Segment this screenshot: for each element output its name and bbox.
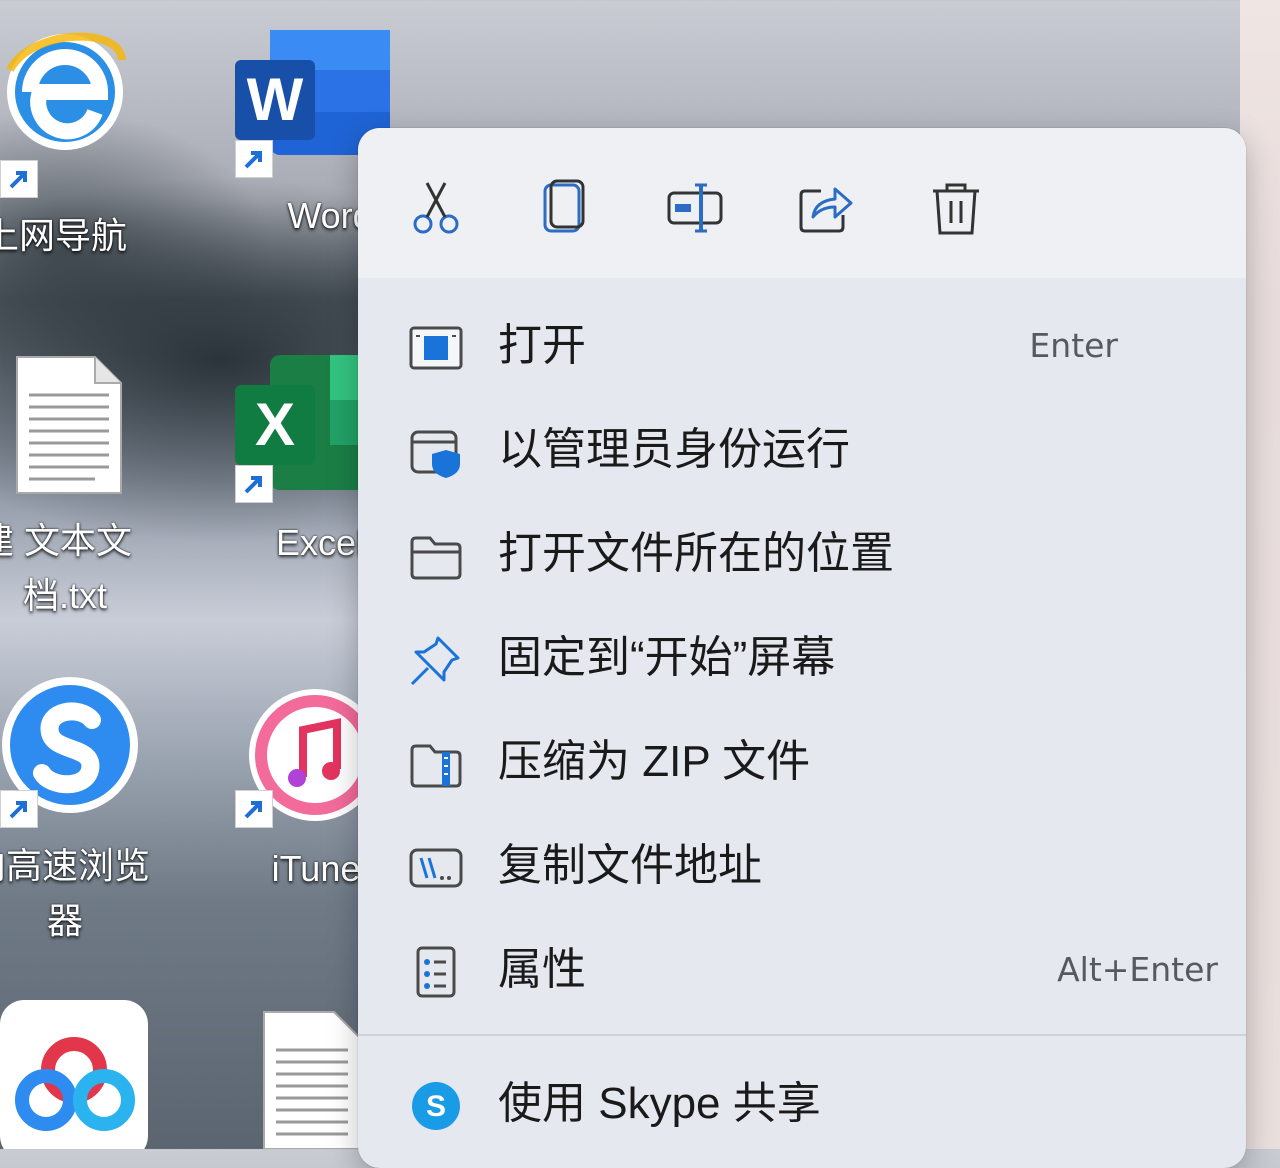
svg-text:W: W	[247, 66, 304, 133]
svg-text:X: X	[255, 391, 295, 458]
desktop-icon-label: 向高速浏览	[0, 845, 150, 886]
menu-item-label: 压缩为 ZIP 文件	[498, 737, 811, 786]
share-icon	[799, 187, 853, 233]
cut-button[interactable]	[396, 168, 476, 248]
document-icon	[263, 1011, 361, 1149]
shortcut-arrow-icon	[235, 790, 273, 828]
menu-item-label: 以管理员身份运行	[498, 425, 850, 474]
desktop-icon-baidu-netdisk[interactable]	[0, 1000, 190, 1149]
menu-item-run-as-admin[interactable]: 以管理员身份运行	[388, 404, 1218, 496]
trash-icon	[933, 183, 979, 235]
shortcut-arrow-icon	[235, 140, 273, 178]
baidu-netdisk-icon	[0, 1000, 148, 1149]
ie-browser-icon	[6, 32, 126, 150]
menu-item-pin-to-start[interactable]: 固定到“开始”屏幕	[388, 612, 1218, 704]
context-menu-toolbar	[358, 128, 1246, 278]
menu-item-open-file-location[interactable]: 打开文件所在的位置	[388, 508, 1218, 600]
shortcut-arrow-icon	[0, 790, 38, 828]
scissors-icon	[413, 182, 459, 234]
copy-path-icon	[408, 840, 464, 896]
desktop-icon-label: 上网导航	[0, 215, 127, 256]
menu-item-label: 使用 Skype 共享	[498, 1079, 821, 1128]
menu-item-open[interactable]: 打开 Enter	[388, 300, 1218, 392]
menu-item-shortcut: Alt+Enter	[1057, 950, 1218, 989]
skype-icon: S	[408, 1078, 464, 1134]
desktop-icon-ie[interactable]: 上网导航	[0, 20, 160, 256]
admin-shield-icon	[408, 424, 464, 480]
menu-item-copy-path[interactable]: 复制文件地址	[388, 820, 1218, 912]
menu-item-label: 固定到“开始”屏幕	[498, 633, 836, 682]
rename-icon	[667, 183, 723, 233]
menu-item-label: 打开文件所在的位置	[498, 529, 894, 578]
menu-item-compress-zip[interactable]: 压缩为 ZIP 文件	[388, 716, 1218, 808]
menu-item-share-skype[interactable]: S 使用 Skype 共享	[388, 1058, 1218, 1150]
open-window-icon	[408, 320, 464, 376]
copy-button[interactable]	[526, 168, 606, 248]
desktop-wallpaper-right	[1240, 0, 1280, 1149]
text-file-icon	[16, 356, 122, 494]
properties-icon	[408, 944, 464, 1000]
desktop-icon-sogou[interactable]: 向高速浏览 器	[0, 675, 160, 955]
shortcut-arrow-icon	[235, 465, 273, 503]
copy-icon	[543, 179, 585, 233]
desktop-icon-label-line2: 器	[46, 900, 83, 941]
menu-item-label: 复制文件地址	[498, 841, 762, 890]
menu-divider	[358, 1034, 1246, 1036]
menu-item-shortcut: Enter	[1029, 326, 1118, 365]
svg-text:S: S	[426, 1090, 446, 1123]
delete-button[interactable]	[916, 168, 996, 248]
zip-folder-icon	[408, 736, 464, 792]
shortcut-arrow-icon	[0, 160, 38, 198]
menu-item-label: 属性	[498, 945, 586, 994]
pin-icon	[408, 632, 464, 688]
folder-icon	[408, 528, 464, 584]
desktop-icon-text-file[interactable]: 建 文本文 档.txt	[0, 355, 160, 625]
desktop-icon-label: 建 文本文	[0, 520, 132, 561]
rename-button[interactable]	[656, 168, 736, 248]
menu-item-properties[interactable]: 属性 Alt+Enter	[388, 924, 1218, 1016]
context-menu: 打开 Enter 以管理员身份运行 打开文件所在的位置 固定到“开始”屏幕 压缩…	[358, 128, 1246, 1168]
share-button[interactable]	[786, 168, 866, 248]
menu-item-label: 打开	[498, 321, 586, 370]
desktop-icon-label-line2: 档.txt	[22, 575, 107, 616]
